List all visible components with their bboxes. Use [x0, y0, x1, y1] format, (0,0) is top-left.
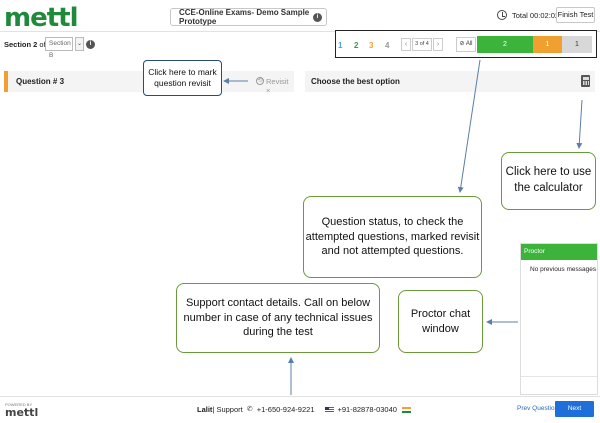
exam-title: CCE-Online Exams- Demo Sample Prototype: [179, 8, 310, 26]
callout-support: Support contact details. Call on below n…: [176, 283, 380, 353]
india-flag-icon: [401, 406, 411, 413]
info-icon[interactable]: i: [313, 13, 322, 22]
section-info-icon[interactable]: i: [86, 40, 95, 49]
finish-test-button[interactable]: Finish Test: [556, 7, 595, 23]
support-label: | Support: [212, 405, 243, 414]
page-indicator: 3 of 4: [412, 38, 432, 51]
callout-question-status: Question status, to check the attempted …: [303, 196, 482, 278]
phone-us: +1-650-924-9221: [256, 405, 315, 414]
revisit-count[interactable]: 1: [533, 36, 562, 53]
chevron-down-icon[interactable]: ⌄: [75, 37, 84, 51]
annotation-arrows: [223, 59, 583, 395]
question-number-2[interactable]: 2: [354, 41, 358, 50]
page-prev-button[interactable]: ‹: [401, 38, 411, 51]
all-filter-button[interactable]: ⊘ All: [456, 37, 476, 52]
option-heading: Choose the best option: [311, 77, 400, 86]
callout-proctor-chat: Proctor chat window: [398, 290, 483, 353]
section-number: Section 2: [4, 40, 38, 49]
timer-label: Total 00:02:02: [512, 11, 560, 20]
question-label: Question # 3: [16, 77, 65, 86]
not-attempted-count[interactable]: 1: [562, 36, 592, 53]
user-name: Lalit: [197, 405, 213, 414]
callout-mark-revisit: Click here to mark question revisit: [143, 60, 222, 96]
footer-divider: [0, 396, 600, 397]
revisit-icon[interactable]: ⟲: [256, 77, 264, 85]
option-header: Choose the best option: [305, 71, 595, 92]
attempted-count[interactable]: 2: [477, 36, 533, 53]
question-number-1[interactable]: 1: [338, 41, 342, 50]
question-number-4[interactable]: 4: [385, 41, 389, 50]
clock-icon: [497, 10, 507, 20]
us-flag-icon: [324, 406, 334, 413]
exam-title-box: CCE-Online Exams- Demo Sample Prototype …: [170, 8, 327, 26]
arrow-calculator: [576, 99, 583, 149]
question-number-3[interactable]: 3: [369, 41, 373, 50]
proctor-title: Proctor: [521, 244, 597, 260]
page-next-button[interactable]: ›: [433, 38, 443, 51]
proctor-chat-input[interactable]: [521, 376, 597, 394]
revisit-button[interactable]: Revisit ×: [266, 77, 294, 95]
prev-question-button[interactable]: Prev Question: [517, 405, 558, 412]
support-contact: Lalit | Support ✆ +1-650-924-9221 +91-82…: [197, 405, 411, 414]
next-question-button[interactable]: Next Question: [555, 401, 594, 423]
exam-page: mettl CCE-Online Exams- Demo Sample Prot…: [0, 0, 600, 423]
phone-in: +91-82878-03040: [337, 405, 397, 414]
proctor-chat-panel: Proctor No previous messages: [520, 243, 598, 395]
footer-logo: mettl: [5, 406, 39, 419]
proctor-message: No previous messages: [530, 266, 597, 273]
mettl-logo: mettl: [4, 3, 78, 33]
calculator-icon[interactable]: [581, 75, 590, 87]
section-select[interactable]: Section B: [45, 37, 73, 59]
callout-calculator: Click here to use the calculator: [501, 152, 596, 210]
phone-icon: ✆: [246, 406, 253, 413]
